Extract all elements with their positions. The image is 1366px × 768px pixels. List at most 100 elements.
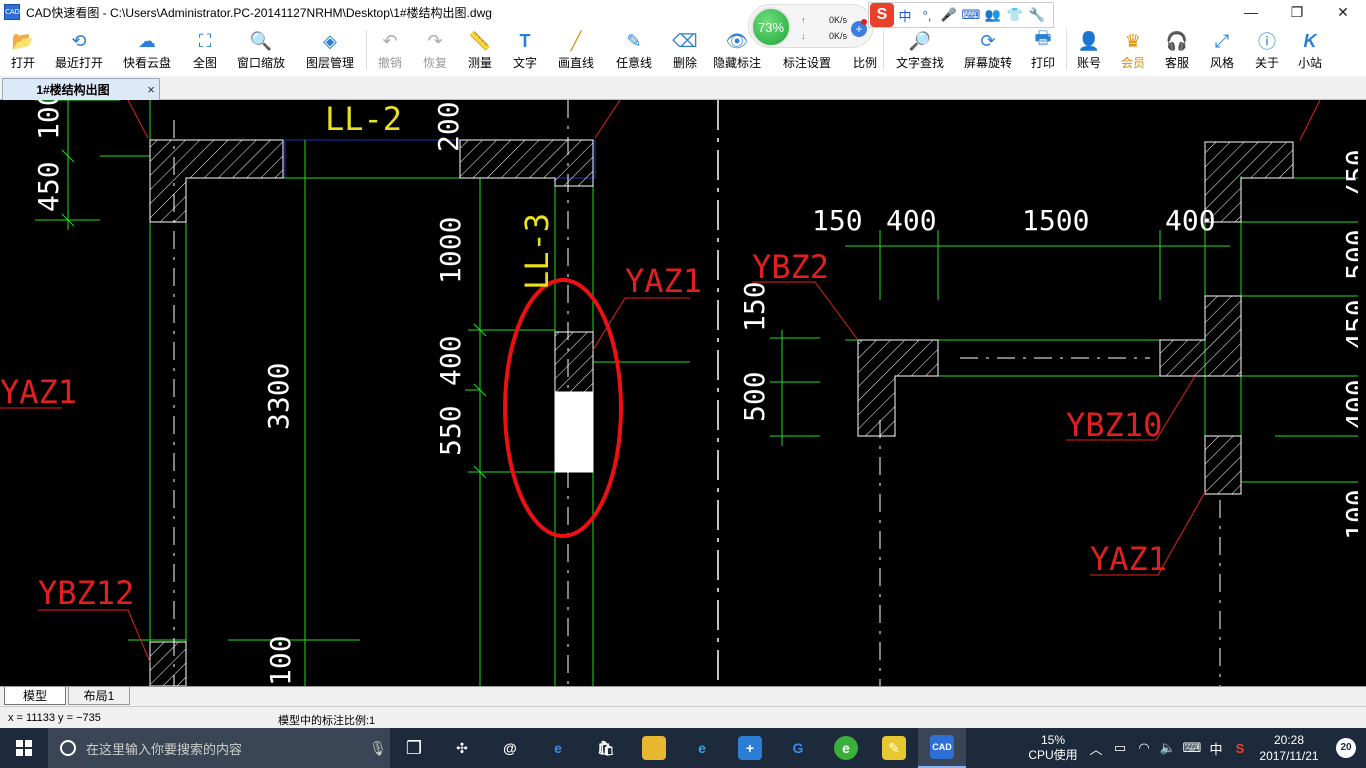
taskbar-app-notes[interactable]: ✎ xyxy=(870,728,918,768)
undo-icon: ↶ xyxy=(382,30,398,51)
info-icon: ⓘ xyxy=(1258,32,1276,52)
ime-keyboard-icon[interactable]: ⌨ xyxy=(960,7,982,23)
clock[interactable]: 20:28 2017/11/21 xyxy=(1252,732,1326,764)
taskbar-app-store[interactable]: 🛍 xyxy=(582,728,630,768)
ime-language-indicator[interactable]: 中 xyxy=(1204,739,1228,758)
start-button[interactable] xyxy=(0,728,48,768)
tab-model[interactable]: 模型 xyxy=(4,687,66,705)
document-tab[interactable]: 1#楼结构出图 × xyxy=(2,78,160,100)
text-button[interactable]: T 文字 xyxy=(503,24,547,76)
maximize-button[interactable]: ❐ xyxy=(1274,0,1320,24)
rotate-screen-button[interactable]: ⟳ 屏幕旋转 xyxy=(956,24,1020,76)
taskbar-app-cad[interactable]: CAD xyxy=(918,728,966,768)
window-zoom-label: 窗口缩放 xyxy=(236,56,285,70)
minimize-button[interactable]: — xyxy=(1228,0,1274,24)
text-search-button[interactable]: 🔎 文字查找 xyxy=(884,24,956,76)
open-button[interactable]: 📂 打开 xyxy=(0,24,46,76)
taskbar-app-green[interactable]: e xyxy=(822,728,870,768)
freeline-label: 任意线 xyxy=(615,56,652,70)
wifi-icon[interactable]: ◠ xyxy=(1132,740,1156,756)
pen-icon: ✎ xyxy=(626,30,642,51)
print-button[interactable]: 🖶 打印 xyxy=(1020,24,1066,76)
recent-button[interactable]: ⟲ 最近打开 xyxy=(46,24,112,76)
ime-punctuation-toggle[interactable]: °, xyxy=(916,8,938,23)
text-search-label: 文字查找 xyxy=(895,56,944,70)
sogou-logo-icon[interactable]: S xyxy=(870,3,894,27)
draw-line-button[interactable]: ╱ 画直线 xyxy=(547,24,605,76)
tab-layout1[interactable]: 布局1 xyxy=(68,687,130,705)
volume-icon[interactable]: 🔈 xyxy=(1156,740,1180,756)
folder-open-icon: 📂 xyxy=(11,30,35,51)
action-center-button[interactable]: 20 xyxy=(1326,738,1366,758)
account-label: 账号 xyxy=(1076,56,1101,70)
taskbar-app-blue[interactable]: + xyxy=(726,728,774,768)
redo-button[interactable]: ↷ 恢复 xyxy=(413,24,457,76)
free-line-button[interactable]: ✎ 任意线 xyxy=(605,24,663,76)
ime-voice-icon[interactable]: 🎤 xyxy=(938,7,960,23)
dim-550: 550 xyxy=(434,405,467,456)
dim-450: 450 xyxy=(32,161,65,212)
memory-usage-indicator[interactable]: 73% xyxy=(751,7,791,47)
upload-arrow-icon: ↑ xyxy=(801,15,806,25)
drawing-canvas[interactable]: YAZ1 YAZ1 YBZ2 YBZ10 YAZ1 YBZ12 LL-2 LL-… xyxy=(0,100,1366,686)
layers-button[interactable]: ◈ 图层管理 xyxy=(294,24,366,76)
microphone-icon[interactable]: 🎙 xyxy=(366,740,390,757)
account-button[interactable]: 👤 账号 xyxy=(1067,24,1111,76)
vertical-scrollbar[interactable] xyxy=(1358,100,1366,686)
close-button[interactable]: ✕ xyxy=(1320,0,1366,24)
measure-button[interactable]: 📏 测量 xyxy=(457,24,503,76)
eye-icon: 👁 xyxy=(725,30,749,51)
label-ybz2: YBZ2 xyxy=(752,248,829,286)
site-button[interactable]: K 小站 xyxy=(1289,24,1331,76)
dim-400-top2: 400 xyxy=(1165,204,1216,237)
battery-icon[interactable]: ▭ xyxy=(1108,740,1132,756)
dim-1000: 1000 xyxy=(434,217,467,284)
about-button[interactable]: ⓘ 关于 xyxy=(1245,24,1289,76)
g-app-icon: G xyxy=(792,740,804,756)
open-label: 打开 xyxy=(10,56,35,70)
taskbar-app-g[interactable]: G xyxy=(774,728,822,768)
window-controls: — ❐ ✕ xyxy=(1228,0,1366,24)
cpu-usage[interactable]: 15% CPU使用 xyxy=(1022,733,1084,763)
ime-user-icon[interactable]: 👥 xyxy=(982,7,1004,23)
cortana-circle-icon xyxy=(60,740,76,756)
dim-100-bottom: 100 xyxy=(264,635,297,686)
annotation-scale-text: 模型中的标注比例:1 xyxy=(278,715,376,727)
cloud-button[interactable]: ☁ 快看云盘 xyxy=(112,24,182,76)
chevron-up-icon[interactable]: ︿ xyxy=(1084,739,1108,758)
service-button[interactable]: 🎧 客服 xyxy=(1155,24,1199,76)
zoom-window-icon: 🔍 xyxy=(249,30,273,51)
ime-chinese-toggle[interactable]: 中 xyxy=(894,6,916,25)
dim-200: 200 xyxy=(432,101,465,152)
vip-button[interactable]: ♛ 会员 xyxy=(1111,24,1155,76)
ime-tools-icon[interactable]: 🔧 xyxy=(1026,7,1048,23)
measure-label: 测量 xyxy=(467,56,492,70)
taskbar-app-explorer[interactable] xyxy=(630,728,678,768)
taskbar-search[interactable]: 在这里输入你要搜索的内容 🎙 xyxy=(48,728,390,768)
document-tab-close-icon[interactable]: × xyxy=(143,82,159,97)
ime-skin-icon[interactable]: 👕 xyxy=(1004,7,1026,23)
clock-time: 20:28 xyxy=(1273,733,1305,747)
main-toolbar: 📂 打开 ⟲ 最近打开 ☁ 快看云盘 ⛶ 全图 🔍 窗口缩放 ◈ 图层管理 ↶ … xyxy=(0,24,1366,76)
internet-explorer-icon: e xyxy=(698,740,706,756)
title-bar: CAD CAD快速看图 - C:\Users\Administrator.PC-… xyxy=(0,0,1366,24)
fit-all-button[interactable]: ⛶ 全图 xyxy=(182,24,228,76)
taskbar-app-edge[interactable]: e xyxy=(534,728,582,768)
taskbar-app-spiral[interactable]: @ xyxy=(486,728,534,768)
network-speed-widget[interactable]: 73% ↑ 0K/s ↓ 0K/s + xyxy=(748,4,874,48)
plus-app-icon: + xyxy=(738,736,762,760)
keyboard-icon[interactable]: ⌨ xyxy=(1180,740,1204,756)
layers-label: 图层管理 xyxy=(305,56,354,70)
undo-button[interactable]: ↶ 撤销 xyxy=(367,24,413,76)
task-view-button[interactable]: ❐ xyxy=(390,728,438,768)
taskbar-app-fan[interactable]: ✣ xyxy=(438,728,486,768)
style-button[interactable]: ⤢ 风格 xyxy=(1199,24,1245,76)
taskbar-app-ie[interactable]: e xyxy=(678,728,726,768)
sogou-tray-icon[interactable]: S xyxy=(1228,741,1252,756)
system-tray: 15% CPU使用 ︿ ▭ ◠ 🔈 ⌨ 中 S 20:28 2017/11/21… xyxy=(1022,728,1366,768)
window-zoom-button[interactable]: 🔍 窗口缩放 xyxy=(228,24,294,76)
user-icon: 👤 xyxy=(1077,30,1101,51)
dim-400-left: 400 xyxy=(434,335,467,386)
label-yaz1-mid: YAZ1 xyxy=(625,262,702,300)
delete-button[interactable]: ⌫ 删除 xyxy=(663,24,707,76)
